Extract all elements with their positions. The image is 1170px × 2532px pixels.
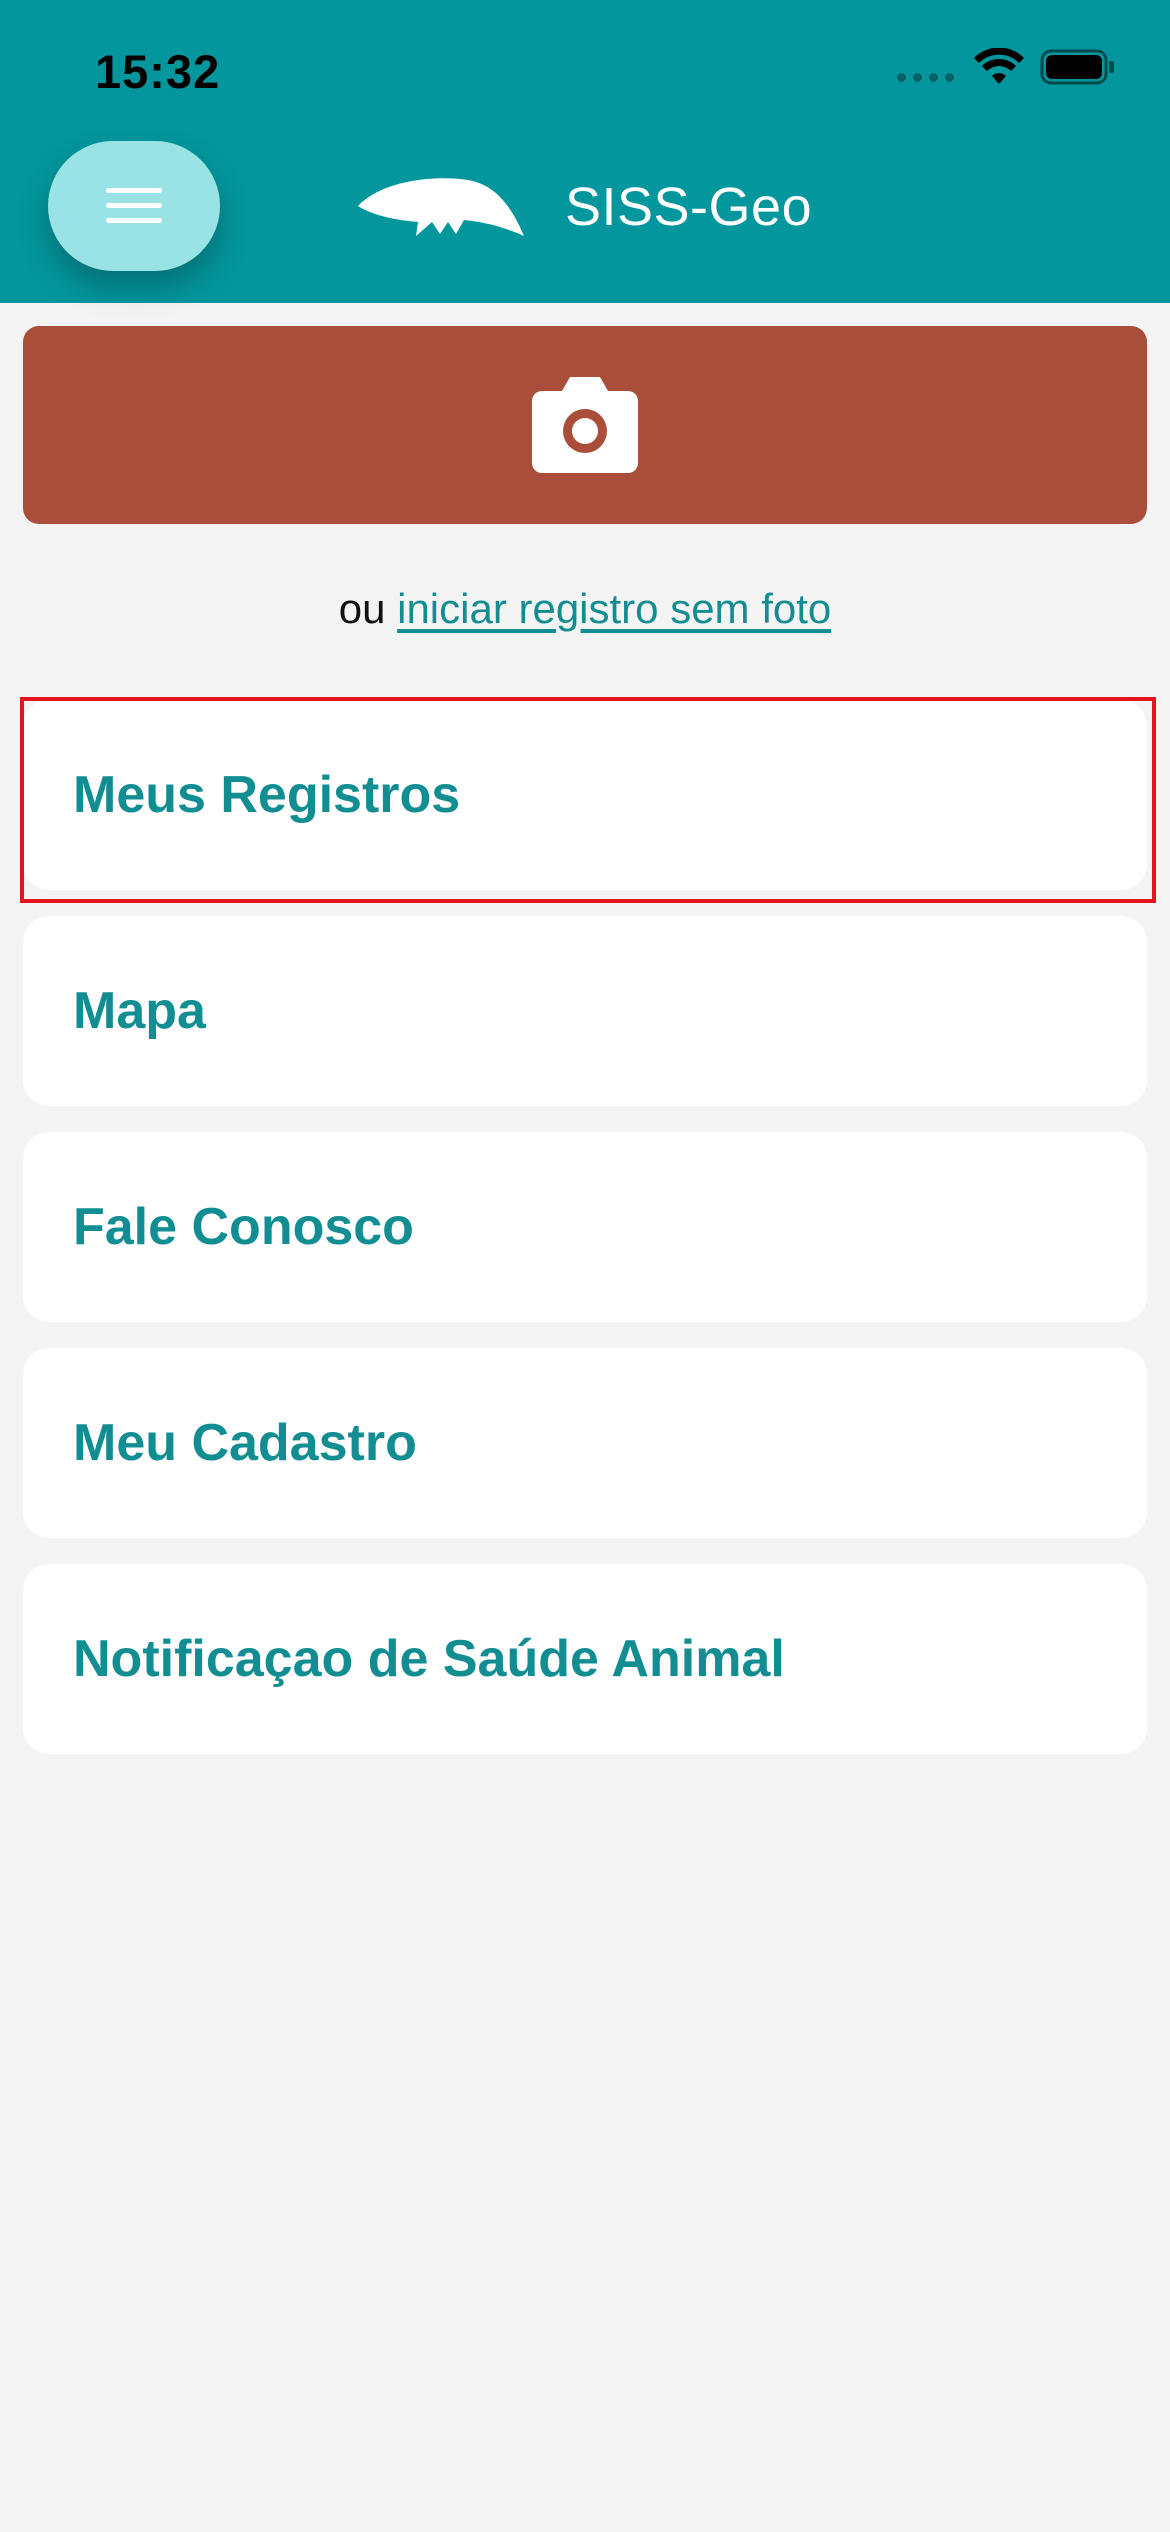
menu-item-label: Meus Registros — [73, 766, 461, 824]
menu-item-mapa[interactable]: Mapa — [23, 916, 1147, 1106]
main-menu-list: Meus Registros Mapa Fale Conosco Meu Cad… — [23, 700, 1147, 1780]
cellular-signal-icon — [897, 52, 954, 82]
menu-item-label: Fale Conosco — [73, 1198, 414, 1256]
battery-icon — [1040, 49, 1114, 85]
menu-button[interactable] — [48, 141, 220, 271]
no-photo-prefix: ou — [338, 585, 386, 632]
menu-item-meu-cadastro[interactable]: Meu Cadastro — [23, 1348, 1147, 1538]
camera-icon — [532, 377, 638, 473]
menu-item-label: Meu Cadastro — [73, 1414, 417, 1472]
wifi-icon — [974, 48, 1024, 84]
take-photo-button[interactable] — [23, 326, 1147, 524]
menu-item-label: Notificaçao de Saúde Animal — [73, 1630, 785, 1688]
no-photo-line: ou iniciar registro sem foto — [0, 585, 1170, 633]
status-icons — [897, 48, 1116, 86]
menu-item-fale-conosco[interactable]: Fale Conosco — [23, 1132, 1147, 1322]
app-title: SISS-Geo — [565, 177, 813, 237]
app-header: 15:32 SISS-Geo — [0, 0, 1170, 303]
status-time: 15:32 — [95, 45, 221, 98]
anteater-logo-icon — [358, 178, 524, 236]
menu-item-meus-registros[interactable]: Meus Registros — [23, 700, 1147, 890]
start-record-without-photo-link[interactable]: iniciar registro sem foto — [397, 585, 831, 632]
menu-item-notificacao-saude-animal[interactable]: Notificaçao de Saúde Animal — [23, 1564, 1147, 1754]
menu-item-label: Mapa — [73, 982, 206, 1040]
hamburger-icon — [106, 188, 162, 223]
